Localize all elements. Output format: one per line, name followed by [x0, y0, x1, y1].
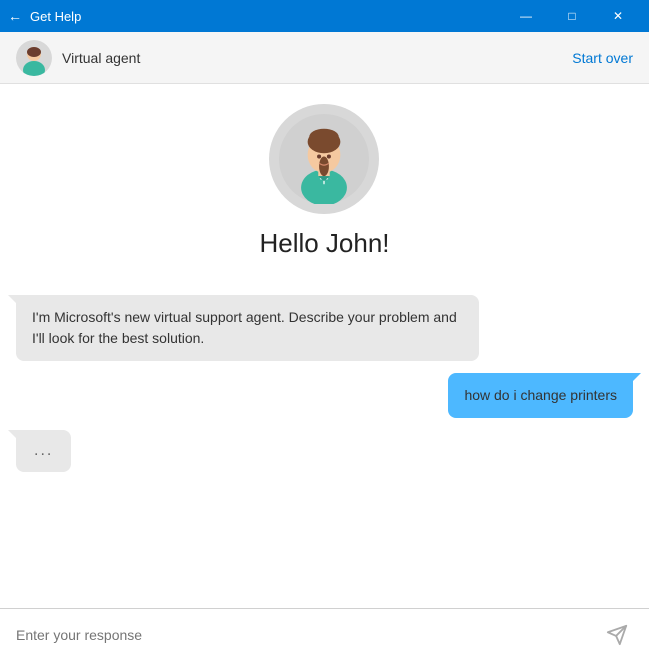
agent-name-label: Virtual agent [62, 50, 572, 66]
title-bar-title: Get Help [30, 9, 81, 24]
send-icon [606, 624, 628, 646]
agent-avatar-svg [279, 114, 369, 204]
title-bar: ← Get Help — □ ✕ [0, 0, 649, 32]
chat-area: Hello John! I'm Microsoft's new virtual … [0, 84, 649, 608]
chat-input[interactable] [16, 627, 601, 643]
back-button[interactable]: ← [8, 8, 22, 24]
send-button[interactable] [601, 619, 633, 651]
message-row-agent: I'm Microsoft's new virtual support agen… [16, 295, 633, 361]
agent-header: Virtual agent Start over [0, 32, 649, 84]
start-over-button[interactable]: Start over [572, 50, 633, 66]
agent-avatar-icon [16, 40, 52, 76]
title-bar-controls: — □ ✕ [503, 0, 641, 32]
avatar-container: Hello John! [259, 104, 389, 279]
title-bar-left: ← Get Help [8, 8, 503, 24]
agent-message-bubble: I'm Microsoft's new virtual support agen… [16, 295, 479, 361]
typing-indicator: ... [16, 430, 71, 472]
messages-container: I'm Microsoft's new virtual support agen… [16, 295, 633, 472]
close-button[interactable]: ✕ [595, 0, 641, 32]
agent-avatar-large [269, 104, 379, 214]
avatar-small [16, 40, 52, 76]
greeting-text: Hello John! [259, 228, 389, 259]
input-area [0, 608, 649, 660]
message-row-typing: ... [16, 430, 633, 472]
minimize-button[interactable]: — [503, 0, 549, 32]
user-message-bubble: how do i change printers [448, 373, 633, 418]
maximize-button[interactable]: □ [549, 0, 595, 32]
message-row-user: how do i change printers [16, 373, 633, 418]
